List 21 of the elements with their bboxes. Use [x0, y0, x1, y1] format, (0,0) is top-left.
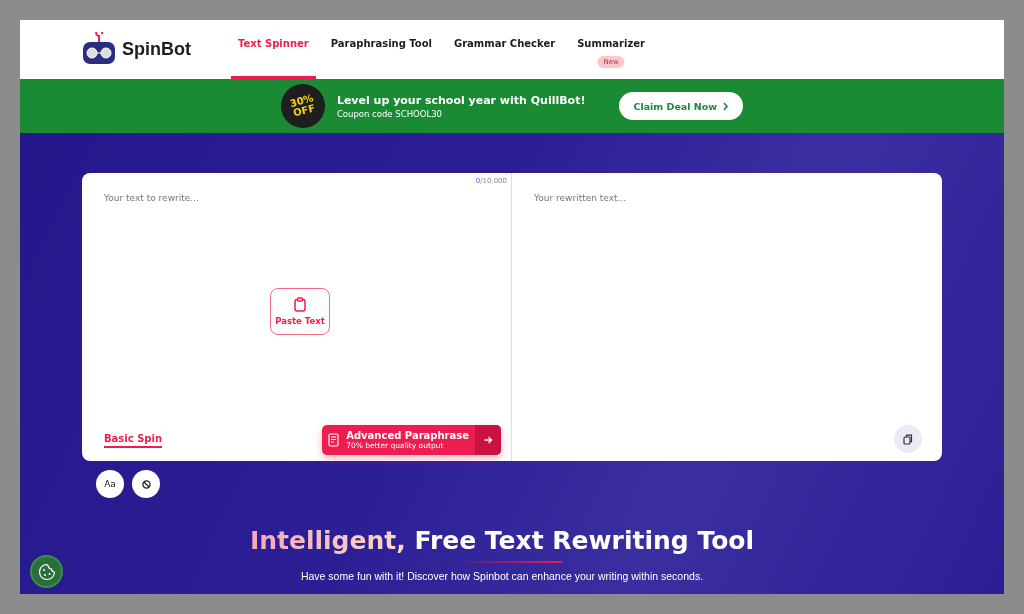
clipboard-icon: [294, 297, 306, 312]
document-pen-icon: [328, 433, 341, 447]
logo-text: SpinBot: [122, 39, 191, 60]
copy-icon: [903, 433, 913, 445]
cookie-settings-button[interactable]: [30, 555, 63, 588]
ban-icon: [141, 479, 151, 489]
font-size-button[interactable]: Aa: [96, 470, 124, 498]
clear-button[interactable]: [132, 470, 160, 498]
hero-heading: Intelligent, Free Text Rewriting Tool: [249, 526, 755, 555]
claim-deal-button[interactable]: Claim Deal Now: [619, 92, 744, 120]
hero-subtitle: Have some fun with it! Discover how Spinbot can enhance your writing within seconds.: [300, 570, 704, 582]
nav-tab[interactable]: Paraphrasing Tool: [323, 20, 439, 79]
paste-text-button[interactable]: Paste Text: [270, 288, 330, 335]
nav-tab[interactable]: Grammar Checker: [447, 20, 563, 79]
chevron-right-icon: [722, 101, 730, 111]
output-field[interactable]: Your rewritten text...: [512, 173, 942, 461]
promo-title: Level up your school year with QuillBot!: [336, 93, 586, 107]
arrow-right-icon: [483, 436, 493, 444]
coupon-text: Coupon code SCHOOL30: [336, 108, 443, 119]
mode-tab[interactable]: Basic Spin: [104, 432, 163, 448]
cookie-icon: [37, 562, 56, 581]
